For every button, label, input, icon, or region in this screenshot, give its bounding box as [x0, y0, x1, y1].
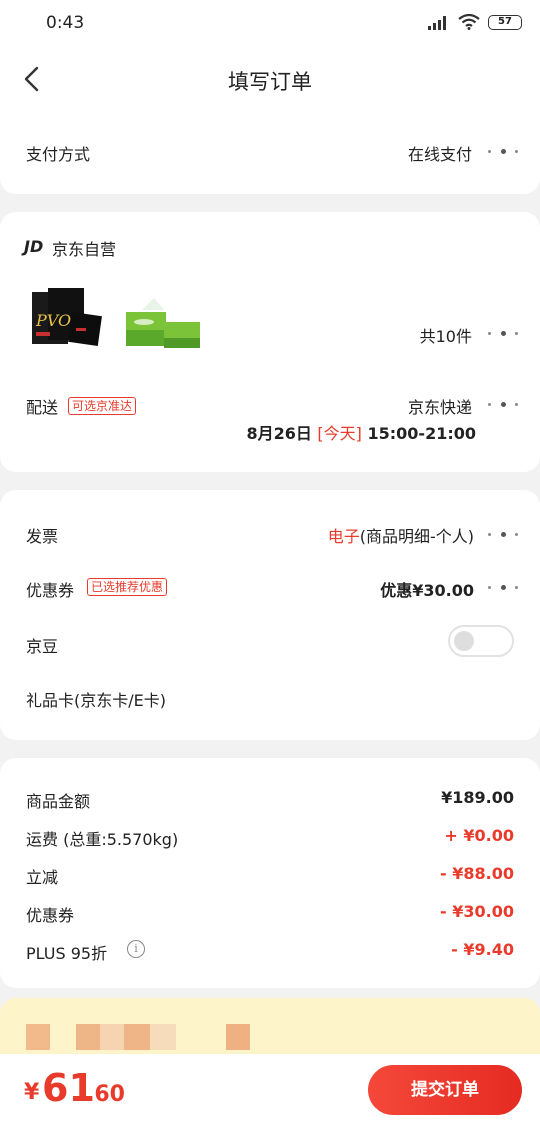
status-bar: 0:43 57 [0, 0, 540, 48]
svg-text:PVO: PVO [35, 311, 71, 330]
summary-value-coupon: - ¥30.00 [440, 902, 514, 921]
jd-logo: JD [24, 237, 44, 256]
more-icon[interactable] [488, 527, 518, 541]
delivery-tag: 可选京准达 [68, 397, 137, 415]
price-currency: ¥ [24, 1080, 40, 1105]
delivery-today: [今天] [317, 424, 362, 443]
jingdou-label: 京豆 [26, 637, 59, 656]
info-icon[interactable]: i [127, 940, 145, 958]
giftcard-label[interactable]: 礼品卡(京东卡/E卡) [26, 687, 166, 711]
summary-card: 商品金额 ¥189.00 运费 (总重:5.570kg) + ¥0.00 立减 … [0, 758, 540, 988]
shop-name: 京东自营 [52, 240, 117, 259]
delivery-schedule[interactable]: 8月26日 [今天] 15:00-21:00 [246, 420, 476, 444]
delivery-time: 15:00-21:00 [367, 424, 477, 443]
delivery-date: 8月26日 [246, 424, 312, 443]
summary-label-plus: PLUS 95折 [26, 944, 108, 963]
options-card: 发票 电子(商品明细-个人) 优惠券 已选推荐优惠 优惠¥30.00 京豆 礼品… [0, 490, 540, 740]
product-image-green [126, 298, 200, 348]
payment-value: 在线支付 [407, 145, 472, 164]
product-thumbnail-tissue-black[interactable]: PVO [26, 284, 110, 354]
status-icons: 57 [428, 14, 522, 30]
blurred-content [26, 1024, 50, 1050]
price-decimal: .60 [86, 1082, 125, 1107]
bottom-bar: ¥ 61 .60 提交订单 [0, 1054, 540, 1124]
more-icon[interactable] [488, 144, 518, 158]
jingdou-toggle[interactable] [448, 625, 514, 657]
summary-value-shipping: + ¥0.00 [444, 826, 514, 845]
summary-label-discount: 立减 [26, 868, 59, 887]
invoice-type: 电子 [327, 527, 360, 546]
summary-value-plus: - ¥9.40 [451, 940, 514, 959]
more-icon[interactable] [488, 326, 518, 340]
invoice-label: 发票 [26, 527, 59, 546]
delivery-method: 京东快递 [407, 398, 472, 417]
coupon-value[interactable]: 优惠¥30.00 [380, 577, 474, 601]
blurred-content [150, 1024, 176, 1050]
toggle-knob [454, 631, 474, 651]
wifi-icon [458, 14, 480, 30]
coupon-label: 优惠券 [26, 581, 75, 600]
summary-label-coupon: 优惠券 [26, 906, 75, 925]
more-icon[interactable] [488, 397, 518, 411]
invoice-value[interactable]: 电子(商品明细-个人) [328, 523, 474, 547]
summary-label-shipping: 运费 (总重:5.570kg) [26, 830, 179, 849]
summary-value-discount: - ¥88.00 [440, 864, 514, 883]
status-time: 0:43 [46, 13, 85, 33]
summary-label-subtotal: 商品金额 [26, 792, 91, 811]
submit-order-button[interactable]: 提交订单 [368, 1065, 522, 1115]
battery-indicator: 57 [488, 14, 522, 30]
nav-bar: 填写订单 [0, 48, 540, 110]
blurred-content [124, 1024, 150, 1050]
blurred-content [100, 1024, 124, 1050]
delivery-label: 配送 [26, 398, 59, 417]
shop-card: JD 京东自营 PVO 共10件 配送 可选京准达 京东快递 8月26日 [今天… [0, 212, 540, 472]
page-title: 填写订单 [228, 70, 312, 94]
coupon-tag: 已选推荐优惠 [87, 578, 168, 596]
payment-card[interactable]: 支付方式 在线支付 [0, 110, 540, 194]
blurred-content [226, 1024, 250, 1050]
more-icon[interactable] [488, 580, 518, 594]
payment-label: 支付方式 [26, 145, 91, 164]
product-image-black: PVO [32, 288, 102, 346]
invoice-detail: (商品明细-个人) [359, 527, 474, 546]
item-count: 共10件 [419, 327, 472, 346]
signal-icon [428, 16, 446, 30]
product-thumbnail-tissue-green[interactable] [124, 292, 206, 352]
blurred-content [76, 1024, 100, 1050]
summary-value-subtotal: ¥189.00 [441, 788, 514, 807]
